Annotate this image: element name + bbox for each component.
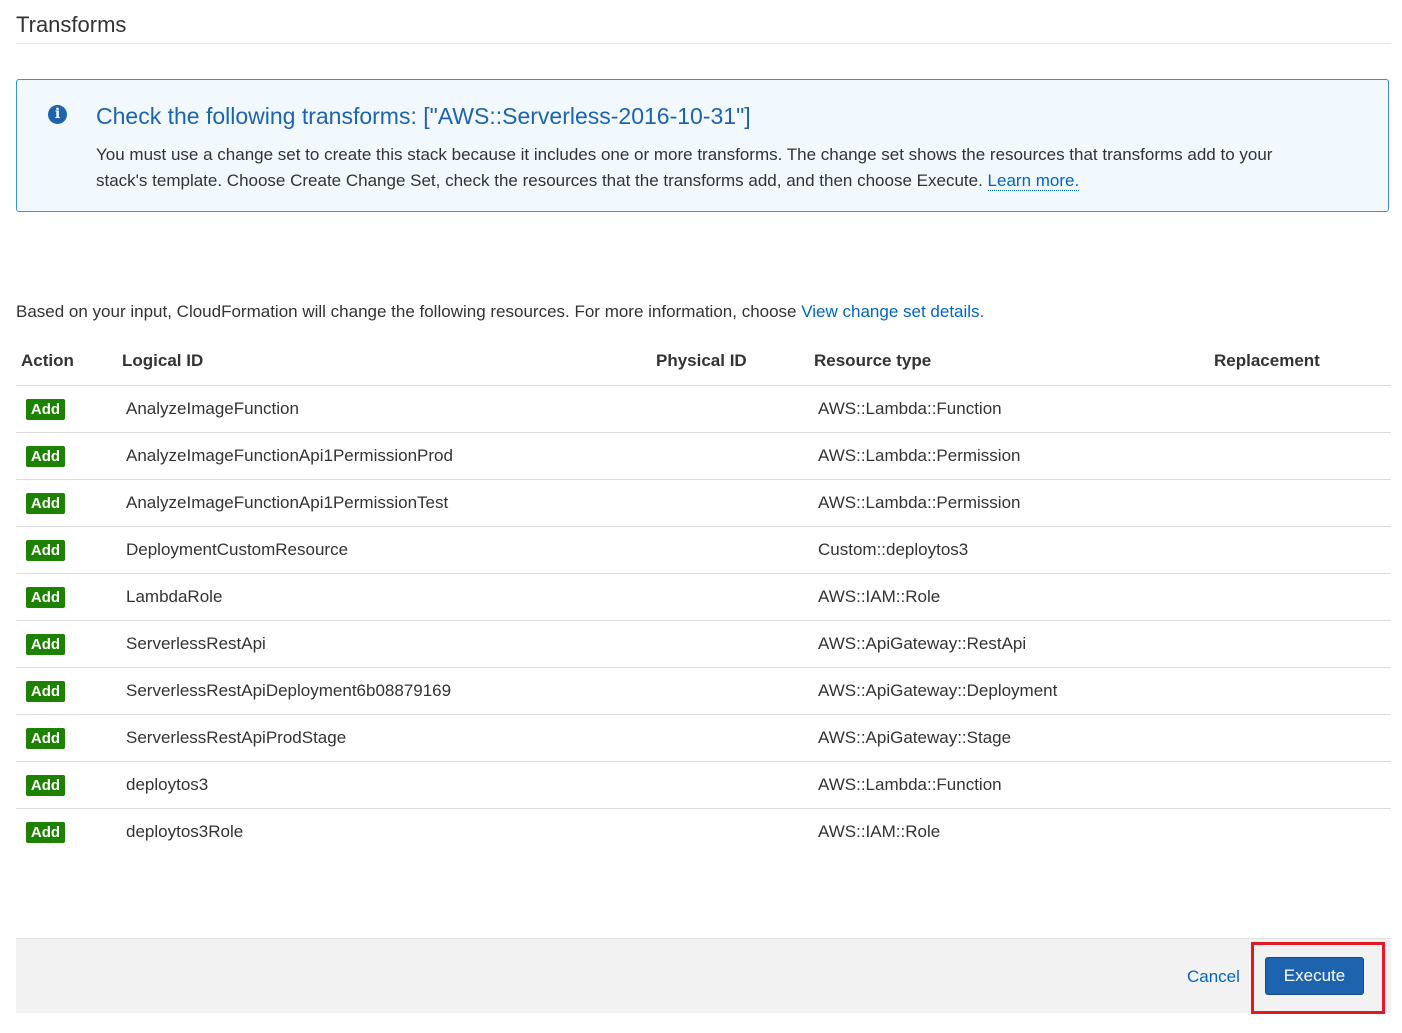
action-badge: Add [26, 681, 65, 702]
logical-id-cell: AnalyzeImageFunctionApi1PermissionProd [126, 446, 453, 465]
action-badge: Add [26, 634, 65, 655]
action-badge: Add [26, 775, 65, 796]
alert-body-line2: stack's template. Choose Create Change S… [96, 171, 983, 190]
resource-type-cell: AWS::ApiGateway::RestApi [818, 634, 1027, 653]
transforms-info-alert: i Check the following transforms: ["AWS:… [16, 79, 1389, 212]
resource-type-cell: AWS::Lambda::Permission [818, 446, 1021, 465]
alert-body: You must use a change set to create this… [96, 142, 1336, 194]
action-badge: Add [26, 728, 65, 749]
column-header-action: Action [21, 351, 74, 370]
column-header-logical-id: Logical ID [122, 351, 204, 370]
resource-type-cell: AWS::Lambda::Function [818, 399, 1002, 418]
resource-type-cell: AWS::Lambda::Function [818, 775, 1002, 794]
table-row: Add AnalyzeImageFunctionApi1PermissionPro… [16, 433, 1391, 480]
section-title: Transforms [16, 12, 127, 37]
logical-id-cell: LambdaRole [126, 587, 223, 606]
logical-id-cell: AnalyzeImageFunction [126, 399, 299, 418]
logical-id-cell: AnalyzeImageFunctionApi1PermissionTest [126, 493, 449, 512]
title-divider [16, 43, 1391, 44]
resource-type-cell: AWS::Lambda::Permission [818, 493, 1021, 512]
info-icon: i [48, 105, 67, 124]
resource-type-cell: AWS::ApiGateway::Deployment [818, 681, 1058, 700]
table-row: Add AnalyzeImageFunctionApi1PermissionTes… [16, 480, 1391, 527]
column-header-physical-id: Physical ID [656, 351, 747, 370]
action-badge: Add [26, 822, 65, 843]
action-badge: Add [26, 399, 65, 420]
change-intro-text: Based on your input, CloudFormation will… [16, 302, 797, 321]
action-footer: Cancel Execute [16, 938, 1391, 1013]
logical-id-cell: deploytos3Role [126, 822, 244, 841]
column-header-replacement: Replacement [1214, 351, 1320, 370]
changes-table-header: Action Logical ID Physical ID Resource t… [16, 340, 1391, 386]
table-row: Add deploytos3Role AWS::IAM::Role [16, 809, 1391, 856]
change-intro: Based on your input, CloudFormation will… [16, 302, 984, 322]
logical-id-cell: deploytos3 [126, 775, 209, 794]
logical-id-cell: ServerlessRestApi [126, 634, 266, 653]
table-row: Add LambdaRole AWS::IAM::Role [16, 574, 1391, 621]
action-badge: Add [26, 493, 65, 514]
column-header-resource-type: Resource type [814, 351, 932, 370]
logical-id-cell: ServerlessRestApiProdStage [126, 728, 347, 747]
resource-type-cell: Custom::deploytos3 [818, 540, 969, 559]
table-row: Add DeploymentCustomResource Custom::deplo… [16, 527, 1391, 574]
alert-body-line1: You must use a change set to create this… [96, 145, 1273, 164]
resource-type-cell: AWS::ApiGateway::Stage [818, 728, 1012, 747]
action-badge: Add [26, 540, 65, 561]
table-row: Add AnalyzeImageFunction AWS::Lambda::Func… [16, 386, 1391, 433]
action-badge: Add [26, 587, 65, 608]
table-row: Add deploytos3 AWS::Lambda::Function [16, 762, 1391, 809]
view-change-set-details-link[interactable]: View change set details. [801, 302, 984, 321]
action-badge: Add [26, 446, 65, 467]
alert-heading: Check the following transforms: ["AWS::S… [96, 103, 751, 129]
logical-id-cell: ServerlessRestApiDeployment6b08879169 [126, 681, 452, 700]
cancel-link[interactable]: Cancel [1187, 967, 1240, 987]
logical-id-cell: DeploymentCustomResource [126, 540, 349, 559]
learn-more-link[interactable]: Learn more. [987, 171, 1080, 191]
table-row: Add ServerlessRestApiProdStage AWS::ApiGat… [16, 715, 1391, 762]
execute-button[interactable]: Execute [1265, 957, 1364, 995]
table-row: Add ServerlessRestApiDeployment6b08879169… [16, 668, 1391, 715]
table-row: Add ServerlessRestApi AWS::ApiGateway::Res… [16, 621, 1391, 668]
resource-type-cell: AWS::IAM::Role [818, 822, 941, 841]
changes-table-body: Add AnalyzeImageFunction AWS::Lambda::Func… [16, 386, 1391, 856]
resource-type-cell: AWS::IAM::Role [818, 587, 941, 606]
